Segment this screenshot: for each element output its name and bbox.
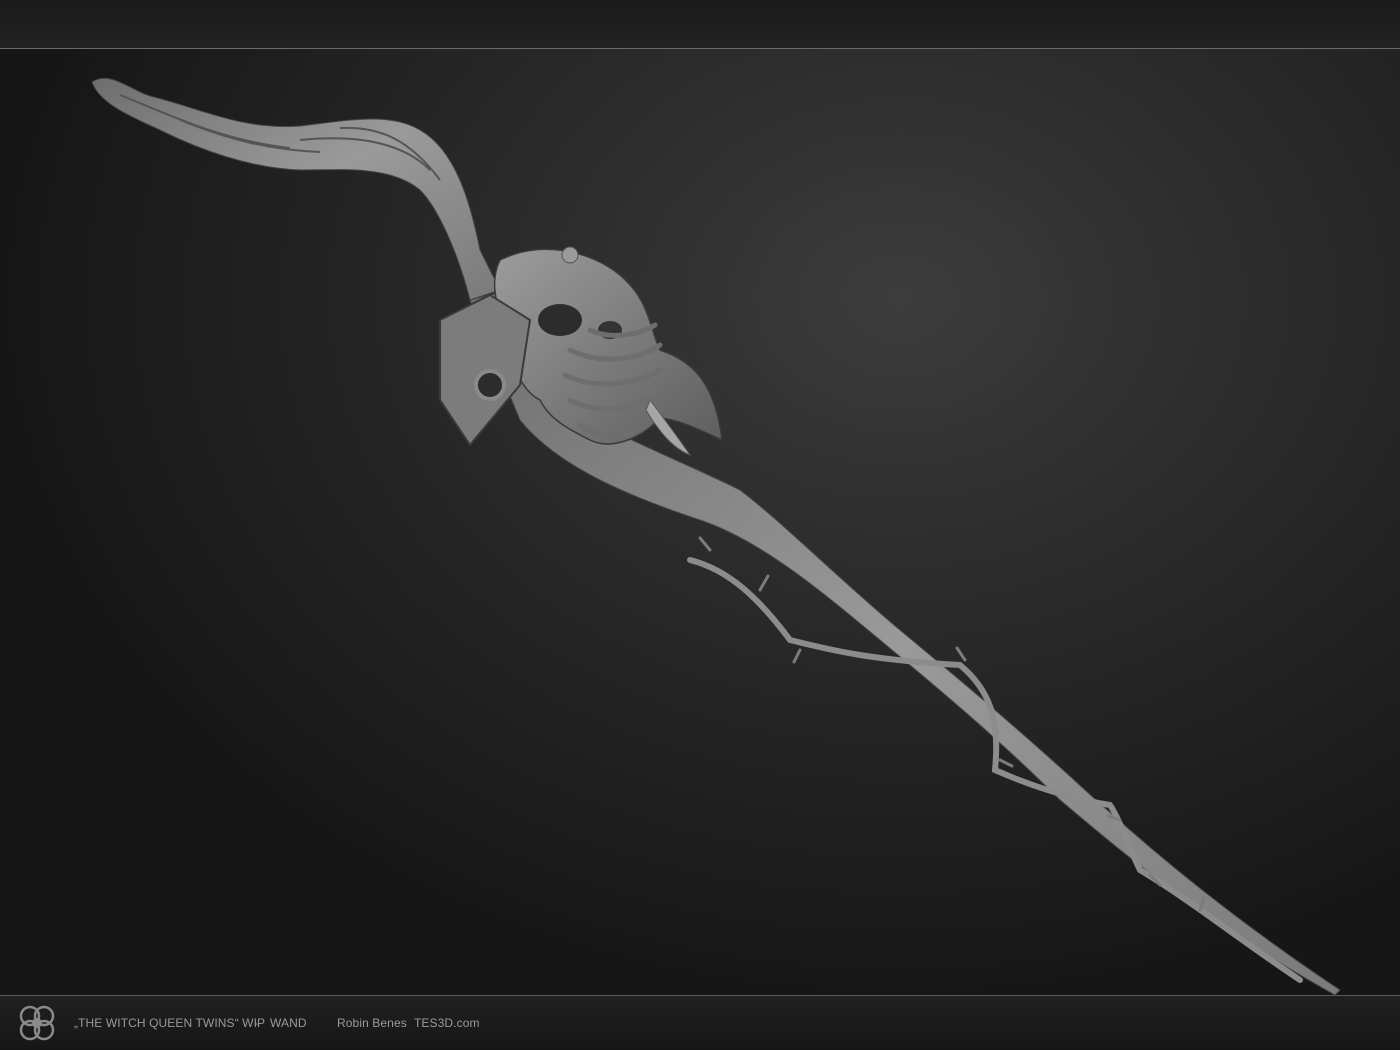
render-stage bbox=[0, 49, 1400, 995]
wand-upper-branch bbox=[91, 77, 501, 301]
top-band bbox=[0, 0, 1400, 48]
item-name: WAND bbox=[270, 1016, 307, 1030]
website-link[interactable]: TES3D.com bbox=[414, 1016, 480, 1030]
wand-skull-eye-socket bbox=[538, 304, 582, 336]
wand-skull-stud bbox=[561, 246, 579, 264]
wand-render bbox=[91, 77, 1341, 995]
tes3d-logo-icon bbox=[19, 1005, 55, 1041]
caption-separator: - bbox=[254, 1016, 259, 1030]
wand-vine bbox=[687, 557, 1303, 983]
wand-charm-ring bbox=[474, 369, 506, 401]
project-title: „THE WITCH QUEEN TWINS“ WIP bbox=[74, 1016, 266, 1030]
author-name: Robin Benes bbox=[337, 1016, 407, 1030]
